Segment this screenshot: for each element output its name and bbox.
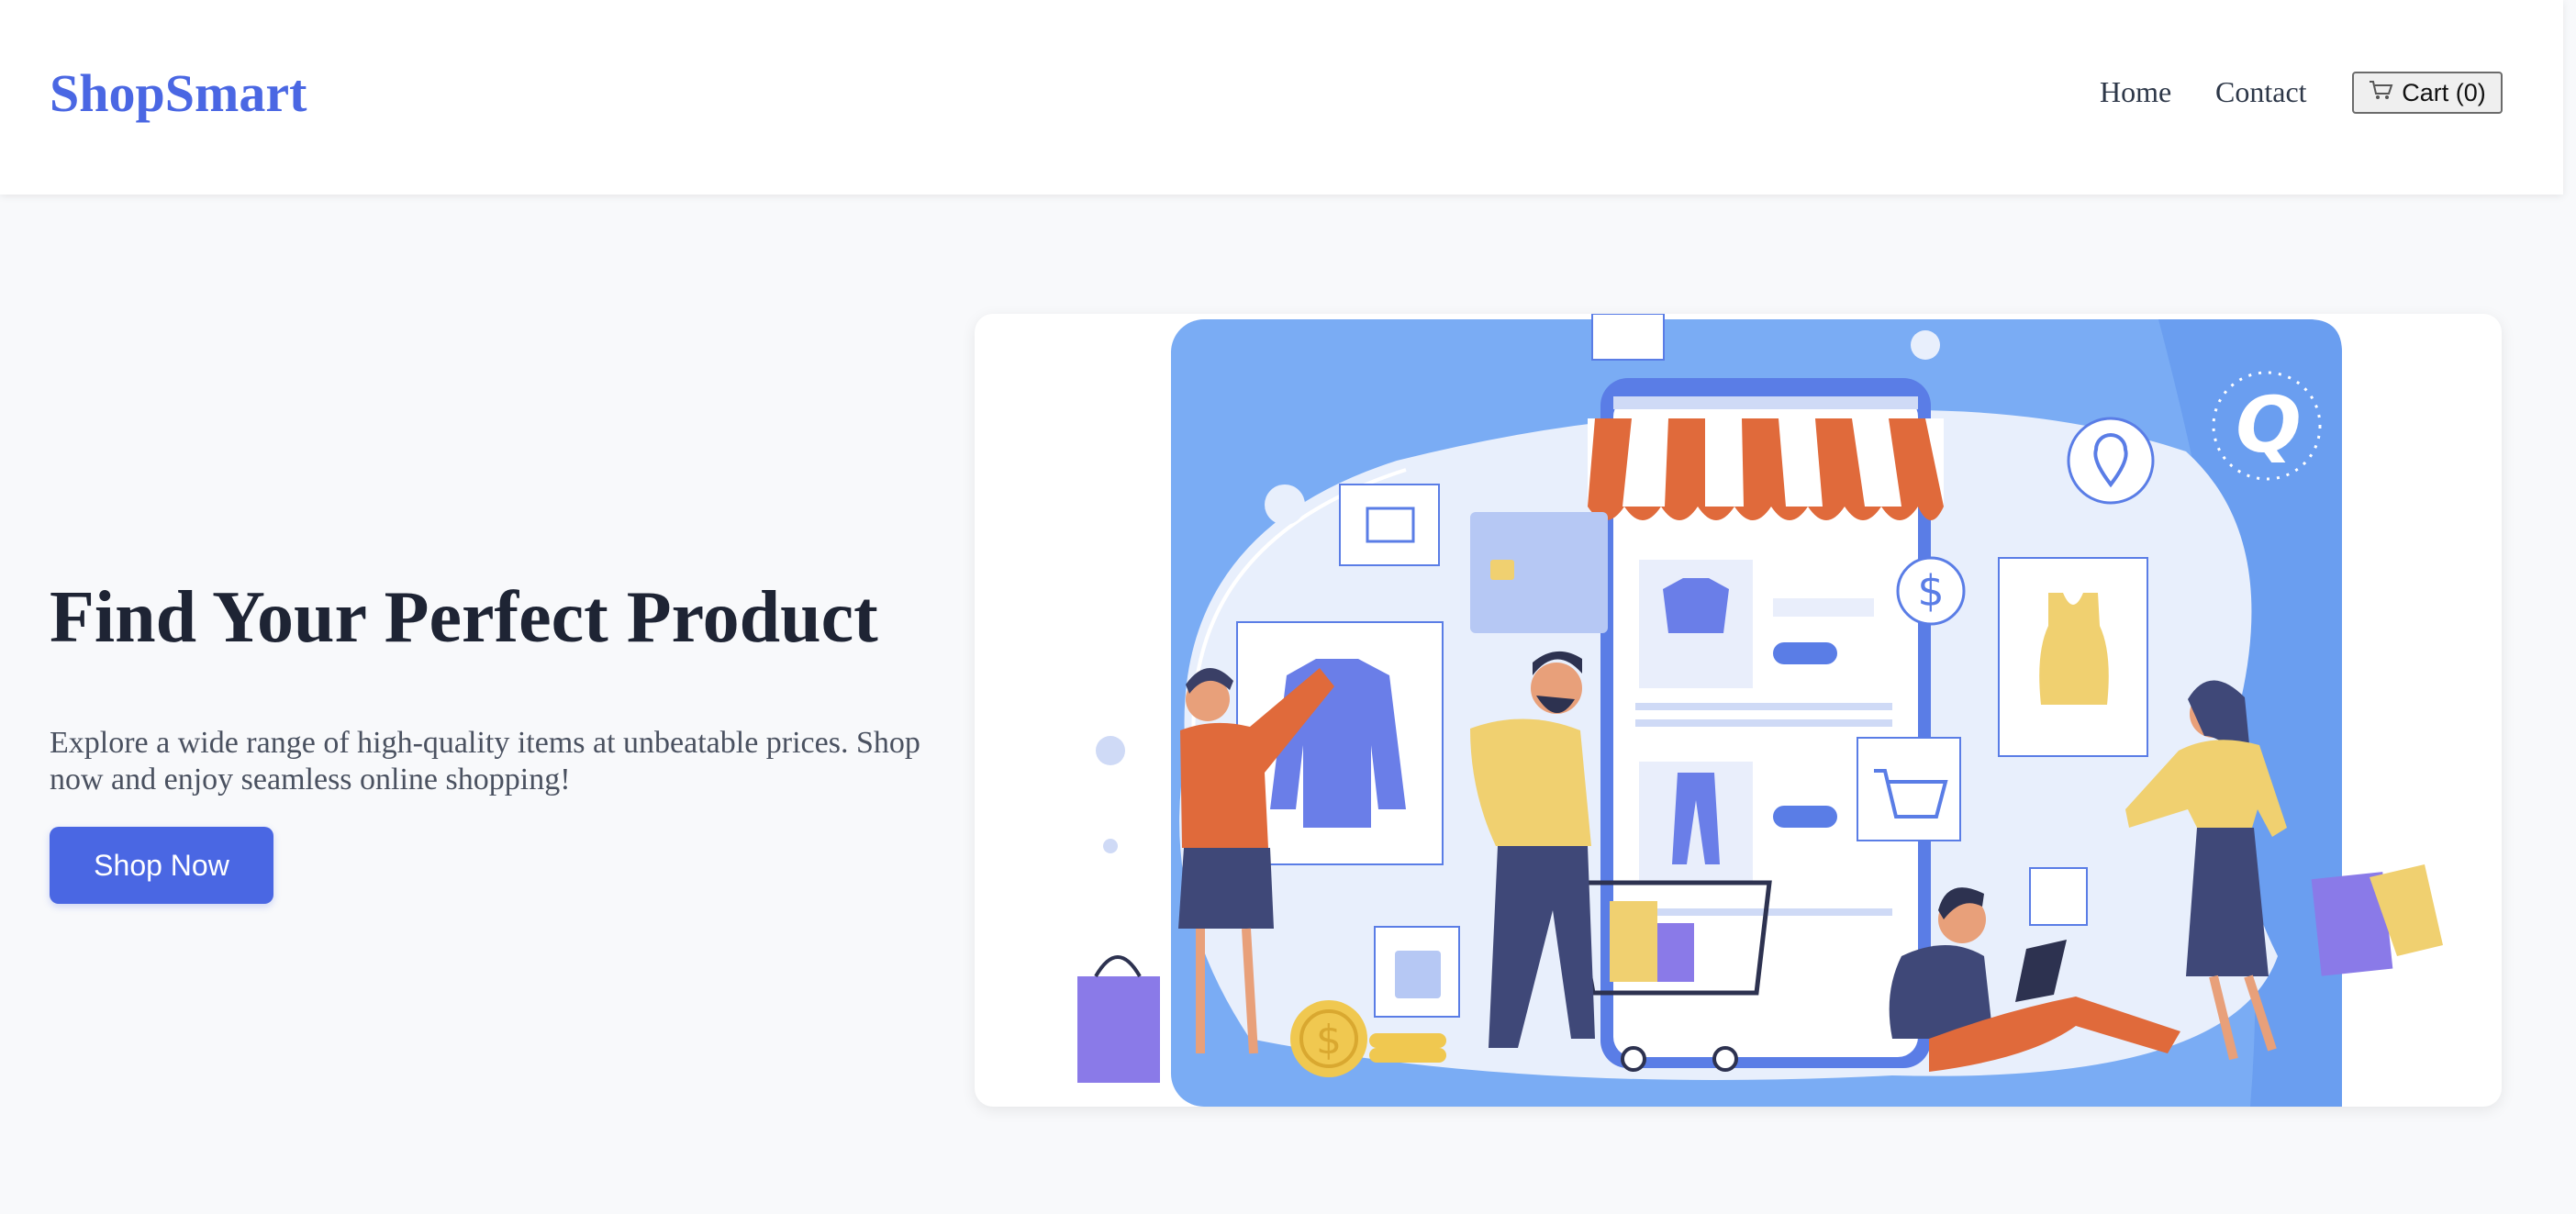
- nav-link-contact[interactable]: Contact: [2215, 75, 2307, 109]
- svg-text:$: $: [1316, 1017, 1342, 1064]
- navbar: ShopSmart Home Contact Cart (0): [0, 0, 2563, 195]
- nav-link-home[interactable]: Home: [2100, 75, 2171, 109]
- cart-label: Cart (0): [2402, 78, 2486, 106]
- shop-now-button[interactable]: Shop Now: [50, 827, 273, 904]
- hero-subtitle: Explore a wide range of high-quality ite…: [50, 726, 920, 796]
- shop-illustration: $ Q $: [1077, 314, 2443, 1107]
- svg-text:Q: Q: [2236, 380, 2301, 470]
- cart-icon: [2369, 79, 2394, 107]
- cart-button[interactable]: Cart (0): [2352, 72, 2503, 114]
- logo[interactable]: ShopSmart: [50, 62, 307, 124]
- hero-title: Find Your Perfect Product: [50, 577, 878, 658]
- svg-text:$: $: [1917, 566, 1944, 616]
- hero-image-card: $ Q $: [975, 314, 2502, 1107]
